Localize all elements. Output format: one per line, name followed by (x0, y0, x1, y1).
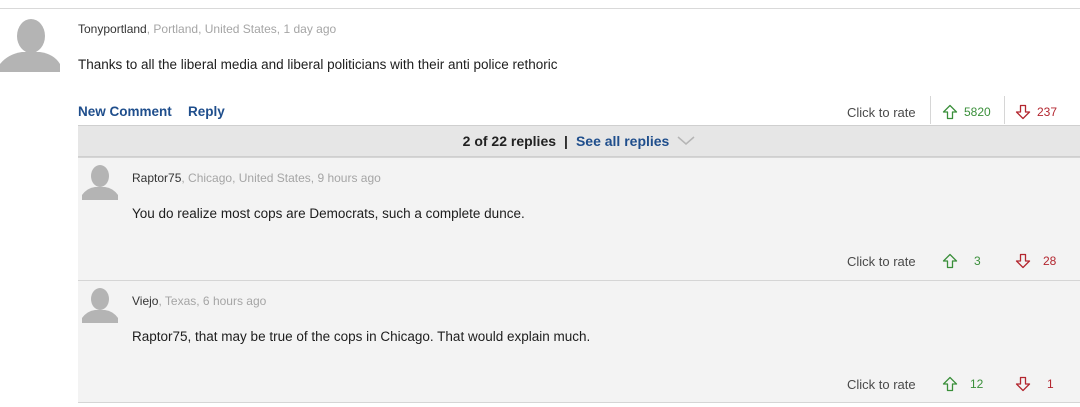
comment-location-time: , Portland, United States, 1 day ago (146, 22, 337, 36)
upvote-button[interactable]: 12 (942, 376, 983, 392)
downvote-button[interactable]: 1 (1015, 376, 1054, 392)
chevron-down-icon[interactable] (677, 136, 695, 146)
avatar[interactable] (82, 285, 118, 323)
comment-username[interactable]: Tonyportland (78, 22, 147, 36)
arrow-down-icon (1015, 253, 1031, 269)
see-all-replies-link[interactable]: See all replies (576, 133, 669, 149)
downvote-button[interactable]: 28 (1015, 253, 1056, 269)
reply-item: Raptor75, Chicago, United States, 9 hour… (78, 157, 1080, 280)
downvote-count: 1 (1047, 377, 1054, 391)
rate-label: Click to rate (847, 105, 916, 120)
reply-username[interactable]: Viejo (132, 294, 158, 308)
reply-text: You do realize most cops are Democrats, … (132, 206, 525, 221)
downvote-button[interactable]: 237 (1015, 104, 1057, 120)
new-comment-link[interactable]: New Comment (78, 104, 172, 119)
upvote-count: 3 (974, 254, 981, 268)
avatar[interactable] (82, 162, 118, 200)
rate-label: Click to rate (847, 254, 916, 269)
upvote-button[interactable]: 5820 (942, 104, 991, 120)
arrow-up-icon (942, 253, 958, 269)
user-silhouette-icon (0, 14, 60, 72)
reply-username[interactable]: Raptor75 (132, 171, 181, 185)
replies-separator: | (564, 133, 568, 149)
reply-text: Raptor75, that may be true of the cops i… (132, 329, 591, 344)
top-divider (0, 8, 1080, 9)
arrow-down-icon (1015, 376, 1031, 392)
divider (930, 96, 931, 124)
divider (1004, 96, 1005, 124)
downvote-count: 28 (1043, 254, 1057, 268)
user-silhouette-icon (82, 288, 118, 323)
arrow-up-icon (942, 104, 958, 120)
reply-location-time: , Chicago, United States, 9 hours ago (181, 171, 381, 185)
replies-bar: 2 of 22 replies | See all replies (78, 125, 1080, 157)
downvote-count: 237 (1037, 105, 1058, 119)
reply-item: Viejo, Texas, 6 hours ago Raptor75, that… (78, 280, 1080, 403)
arrow-down-icon (1015, 104, 1031, 120)
avatar[interactable] (0, 14, 60, 72)
reply-meta: Raptor75, Chicago, United States, 9 hour… (132, 171, 381, 185)
replies-count: 2 of 22 replies (462, 133, 557, 149)
reply-location-time: , Texas, 6 hours ago (158, 294, 267, 308)
reply-meta: Viejo, Texas, 6 hours ago (132, 294, 266, 308)
upvote-button[interactable]: 3 (942, 253, 981, 269)
comment-meta: Tonyportland, Portland, United States, 1… (78, 22, 336, 36)
upvote-count: 5820 (964, 105, 991, 119)
rate-label: Click to rate (847, 377, 916, 392)
user-silhouette-icon (82, 165, 118, 200)
comment-text: Thanks to all the liberal media and libe… (78, 57, 558, 72)
upvote-count: 12 (970, 377, 984, 391)
arrow-up-icon (942, 376, 958, 392)
reply-link[interactable]: Reply (188, 104, 225, 119)
